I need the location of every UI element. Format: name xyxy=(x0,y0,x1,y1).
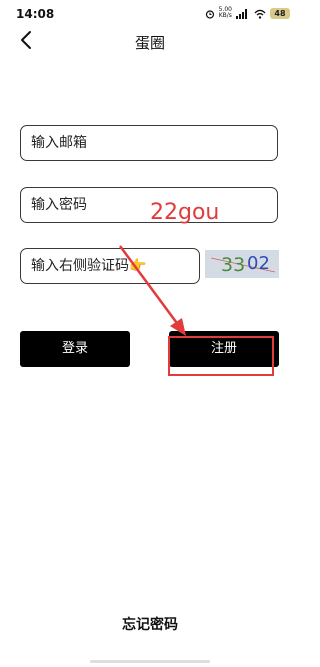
home-indicator xyxy=(90,660,210,663)
forgot-password-link[interactable]: 忘记密码 xyxy=(0,614,300,634)
annotation-arrow xyxy=(118,245,186,336)
